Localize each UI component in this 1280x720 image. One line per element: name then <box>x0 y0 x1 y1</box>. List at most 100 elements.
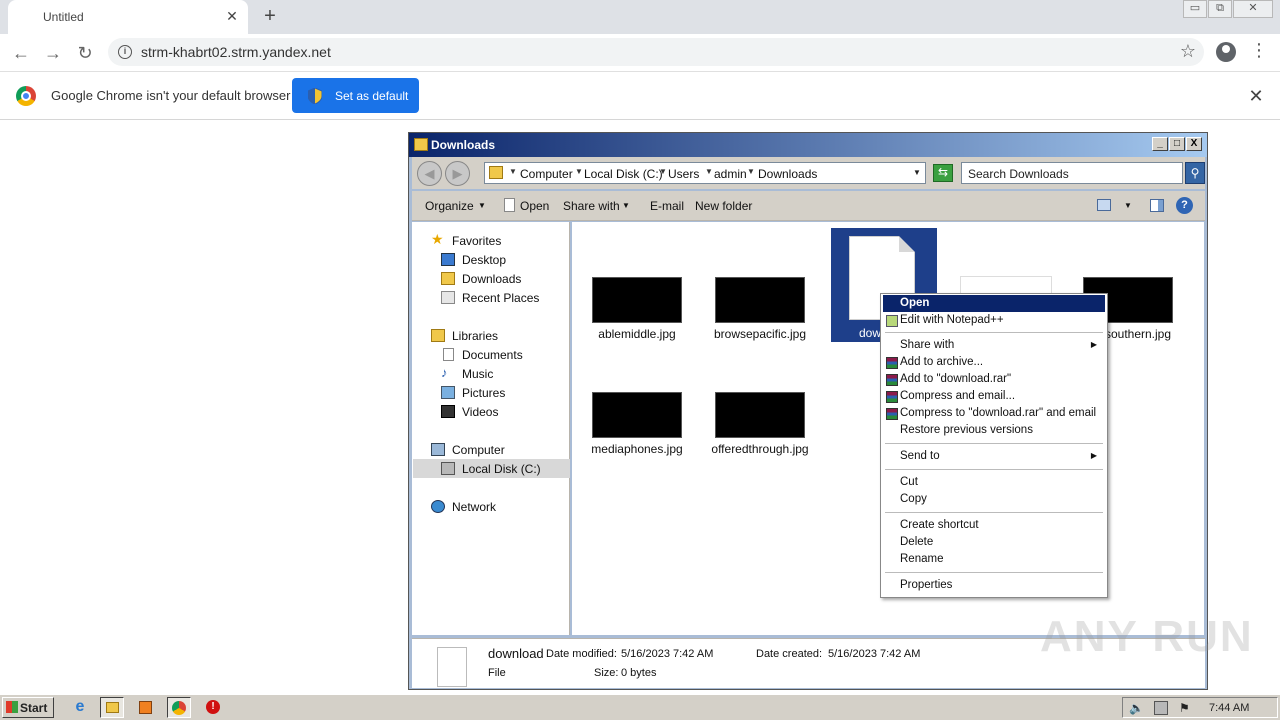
nav-videos[interactable]: Videos <box>462 405 498 419</box>
file-name[interactable]: mediaphones.jpg <box>577 442 697 456</box>
menu-item-copy[interactable]: Copy <box>883 491 1105 508</box>
file-name[interactable]: browsepacific.jpg <box>700 327 820 341</box>
menu-item-properties[interactable]: Properties <box>883 577 1105 594</box>
nav-recent-places[interactable]: Recent Places <box>462 291 539 305</box>
chrome-taskbar-icon[interactable] <box>167 697 191 718</box>
organize-button[interactable]: Organize <box>425 199 474 213</box>
organize-dropdown-icon[interactable]: ▼ <box>478 201 486 210</box>
explorer-search-input[interactable]: Search Downloads <box>961 162 1183 184</box>
help-icon[interactable]: ? <box>1176 197 1193 214</box>
explorer-address-bar[interactable]: ▼ Computer ▼ Local Disk (C:) ▼ Users ▼ a… <box>484 162 926 184</box>
share-dropdown-icon[interactable]: ▼ <box>622 201 630 210</box>
file-name[interactable]: ablemiddle.jpg <box>577 327 697 341</box>
internet-explorer-icon[interactable]: e <box>68 697 92 718</box>
menu-item-add-rar[interactable]: Add to "download.rar" <box>883 371 1105 388</box>
explorer-taskbar-icon[interactable] <box>100 697 124 718</box>
forward-arrow-icon[interactable]: → <box>40 40 66 66</box>
favorites-star-icon: ★ <box>431 231 444 247</box>
browser-tab[interactable]: Untitled ✕ <box>8 0 248 34</box>
menu-item-rename[interactable]: Rename <box>883 551 1105 568</box>
file-thumbnail[interactable] <box>715 277 805 323</box>
stop-sign-icon[interactable]: ! <box>202 697 226 718</box>
url-text[interactable]: strm-khabrt02.strm.yandex.net <box>141 44 331 60</box>
breadcrumb-chevron-icon[interactable]: ▼ <box>747 167 755 176</box>
new-folder-button[interactable]: New folder <box>695 199 752 213</box>
breadcrumb-computer[interactable]: Computer <box>520 167 573 181</box>
action-center-flag-icon[interactable]: ⚑ <box>1179 701 1193 715</box>
menu-item-open[interactable]: Open <box>883 295 1105 312</box>
infobar-close-icon[interactable]: ✕ <box>1248 86 1264 107</box>
breadcrumb-downloads[interactable]: Downloads <box>758 167 817 181</box>
preview-pane-icon[interactable] <box>1150 199 1164 212</box>
nav-downloads[interactable]: Downloads <box>462 272 521 286</box>
explorer-maximize-button[interactable]: □ <box>1169 137 1185 151</box>
chrome-logo-icon <box>16 86 36 106</box>
nav-local-disk[interactable]: Local Disk (C:) <box>462 462 541 476</box>
taskbar: Start e ! 🔈 ⚑ 7:44 AM <box>0 694 1280 720</box>
address-bar[interactable]: i strm-khabrt02.strm.yandex.net ☆ <box>108 38 1204 66</box>
set-as-default-button[interactable]: Set as default <box>292 78 419 113</box>
share-with-button[interactable]: Share with <box>563 199 620 213</box>
recent-places-icon <box>441 291 455 304</box>
menu-item-compress-email[interactable]: Compress and email... <box>883 388 1105 405</box>
nav-network[interactable]: Network <box>452 500 496 514</box>
explorer-refresh-icon[interactable]: ⇆ <box>933 164 953 182</box>
file-thumbnail[interactable] <box>715 392 805 438</box>
nav-documents[interactable]: Documents <box>462 348 523 362</box>
breadcrumb-local-disk[interactable]: Local Disk (C:) <box>584 167 663 181</box>
menu-item-share-with[interactable]: Share with ▶ <box>883 337 1105 354</box>
menu-item-add-archive[interactable]: Add to archive... <box>883 354 1105 371</box>
explorer-back-icon[interactable]: ◀ <box>417 161 442 186</box>
menu-item-send-to[interactable]: Send to ▶ <box>883 448 1105 465</box>
nav-music[interactable]: Music <box>462 367 493 381</box>
reload-icon[interactable]: ↻ <box>72 40 98 66</box>
restore-window-button[interactable]: ⧉ <box>1208 0 1232 18</box>
uac-shield-icon <box>308 88 322 104</box>
view-dropdown-icon[interactable]: ▼ <box>1124 201 1132 210</box>
explorer-minimize-button[interactable]: _ <box>1152 137 1168 151</box>
start-button[interactable]: Start <box>2 697 54 718</box>
new-tab-button[interactable]: + <box>258 4 282 28</box>
breadcrumb-admin[interactable]: admin <box>714 167 747 181</box>
menu-item-compress-rar-email[interactable]: Compress to "download.rar" and email <box>883 405 1105 422</box>
menu-item-delete[interactable]: Delete <box>883 534 1105 551</box>
tab-close-icon[interactable]: ✕ <box>224 8 240 24</box>
minimize-window-button[interactable]: ▭ <box>1183 0 1207 18</box>
breadcrumb-chevron-icon[interactable]: ▼ <box>509 167 517 176</box>
nav-pictures[interactable]: Pictures <box>462 386 505 400</box>
breadcrumb-chevron-icon[interactable]: ▼ <box>659 167 667 176</box>
bookmark-star-icon[interactable]: ☆ <box>1180 41 1196 62</box>
nav-favorites[interactable]: Favorites <box>452 234 501 248</box>
address-dropdown-icon[interactable]: ▼ <box>913 168 921 177</box>
file-thumbnail[interactable] <box>592 392 682 438</box>
explorer-titlebar[interactable]: Downloads _ □ X <box>409 133 1207 157</box>
open-button[interactable]: Open <box>520 199 549 213</box>
menu-item-restore-versions[interactable]: Restore previous versions <box>883 422 1105 439</box>
nav-desktop[interactable]: Desktop <box>462 253 506 267</box>
network-tray-icon[interactable] <box>1154 701 1168 715</box>
explorer-forward-icon[interactable]: ▶ <box>445 161 470 186</box>
breadcrumb-chevron-icon[interactable]: ▼ <box>705 167 713 176</box>
breadcrumb-users[interactable]: Users <box>668 167 699 181</box>
email-button[interactable]: E-mail <box>650 199 684 213</box>
site-info-icon[interactable]: i <box>118 45 132 59</box>
menu-item-cut[interactable]: Cut <box>883 474 1105 491</box>
close-window-button[interactable]: ✕ <box>1233 0 1273 18</box>
volume-icon[interactable]: 🔈 <box>1129 701 1144 715</box>
explorer-close-button[interactable]: X <box>1186 137 1202 151</box>
profile-avatar-icon[interactable] <box>1216 42 1236 62</box>
context-menu: Open Edit with Notepad++ Share with ▶ Ad… <box>880 293 1108 598</box>
media-player-icon[interactable] <box>134 697 158 718</box>
search-icon[interactable]: ⚲ <box>1185 162 1205 184</box>
menu-item-create-shortcut[interactable]: Create shortcut <box>883 517 1105 534</box>
menu-item-edit-notepad[interactable]: Edit with Notepad++ <box>883 312 1105 329</box>
file-name[interactable]: offeredthrough.jpg <box>700 442 820 456</box>
nav-computer[interactable]: Computer <box>452 443 505 457</box>
file-thumbnail[interactable] <box>592 277 682 323</box>
nav-libraries[interactable]: Libraries <box>452 329 498 343</box>
change-view-icon[interactable] <box>1097 199 1111 211</box>
taskbar-clock[interactable]: 7:44 AM <box>1209 702 1249 714</box>
back-arrow-icon[interactable]: ← <box>8 40 34 66</box>
chrome-menu-icon[interactable]: ⋮ <box>1250 40 1268 61</box>
breadcrumb-chevron-icon[interactable]: ▼ <box>575 167 583 176</box>
